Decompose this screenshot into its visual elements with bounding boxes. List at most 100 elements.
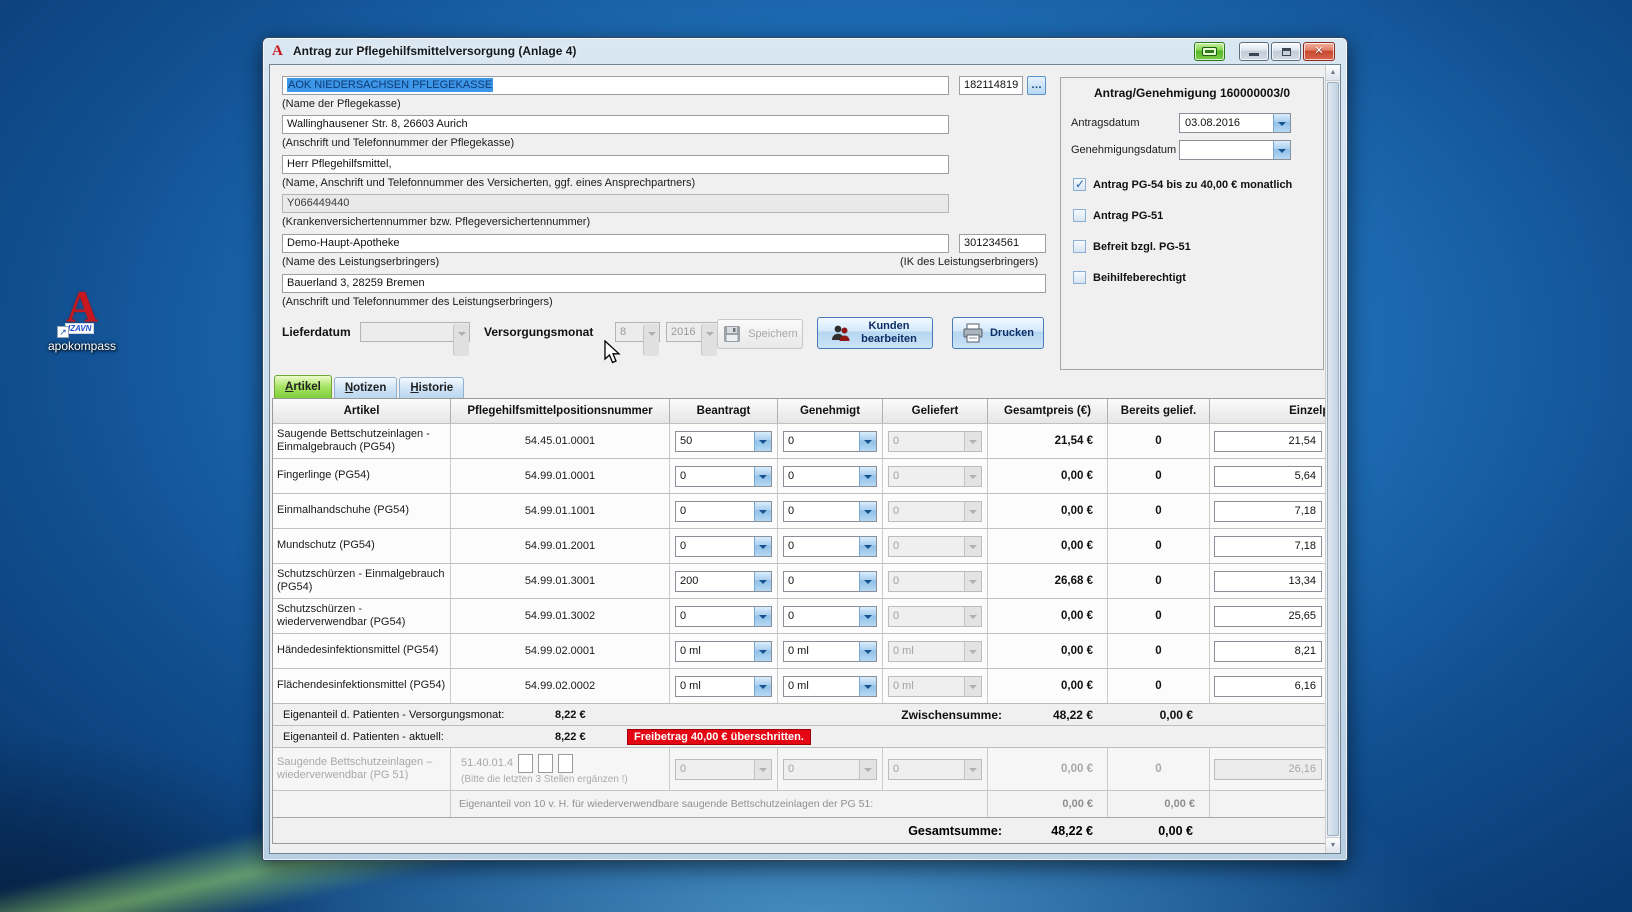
- beantragt-dropdown[interactable]: 0: [675, 536, 772, 557]
- leistungserbringer-field[interactable]: Demo-Haupt-Apotheke: [282, 234, 949, 253]
- antragsdatum-dropdown[interactable]: 03.08.2016: [1179, 113, 1291, 133]
- beantragt-dropdown[interactable]: 0: [675, 466, 772, 487]
- pg51-position-prefix: 51.40.01.4: [461, 757, 513, 769]
- scroll-up-icon[interactable]: ▲: [1326, 65, 1340, 81]
- drucken-button[interactable]: Drucken: [952, 317, 1044, 349]
- beantragt-dropdown[interactable]: 0 ml: [675, 676, 772, 697]
- bereits-geliefert-value: 0: [1108, 459, 1210, 493]
- spinner-icon: [643, 324, 659, 356]
- app-window: A Antrag zur Pflegehilfsmittelversorgung…: [262, 37, 1348, 861]
- gesamtpreis-value: 26,68 €: [988, 564, 1108, 598]
- chevron-down-icon[interactable]: [859, 677, 876, 696]
- scrollbar-thumb[interactable]: [1327, 82, 1339, 836]
- article-row: Einmalhandschuhe (PG54)54.99.01.10010000…: [273, 493, 1329, 528]
- tab-notizen[interactable]: Notizen: [334, 377, 398, 399]
- kunden-bearbeiten-button[interactable]: Kunden bearbeiten: [817, 317, 933, 349]
- checkbox-befreit-bzgl-pg-51[interactable]: Befreit bzgl. PG-51: [1073, 240, 1191, 253]
- article-name: Fingerlinge (PG54): [273, 459, 451, 493]
- chevron-down-icon[interactable]: [754, 642, 771, 661]
- beantragt-dropdown[interactable]: 50: [675, 431, 772, 452]
- genehmigt-dropdown[interactable]: 0: [783, 606, 877, 627]
- leistungserbringer-anschrift-field[interactable]: Bauerland 3, 28259 Bremen: [282, 274, 1046, 293]
- genehmigt-dropdown[interactable]: 0: [783, 466, 877, 487]
- close-button[interactable]: ✕: [1303, 42, 1335, 61]
- chevron-down-icon[interactable]: [754, 467, 771, 486]
- chevron-down-icon[interactable]: [754, 502, 771, 521]
- pg51-article-name: Saugende Bettschutzeinlagen – wiederverw…: [273, 748, 451, 790]
- special-green-button[interactable]: [1194, 42, 1225, 61]
- titlebar[interactable]: A Antrag zur Pflegehilfsmittelversorgung…: [263, 38, 1347, 64]
- geliefert-spinner: 0: [888, 431, 982, 452]
- chevron-down-icon[interactable]: [859, 642, 876, 661]
- pg51-geliefert-spinner: 0: [888, 759, 982, 780]
- chevron-down-icon[interactable]: [859, 502, 876, 521]
- beantragt-dropdown[interactable]: 0: [675, 501, 772, 522]
- einzelpreis-input[interactable]: 6,16: [1214, 676, 1322, 697]
- close-icon: ✕: [1314, 46, 1323, 57]
- einzelpreis-input[interactable]: 13,34: [1214, 571, 1322, 592]
- chevron-down-icon[interactable]: [1273, 114, 1290, 132]
- position-number: 54.99.01.2001: [451, 529, 670, 563]
- chevron-down-icon[interactable]: [859, 467, 876, 486]
- checkbox-icon[interactable]: [1073, 271, 1086, 284]
- chevron-down-icon[interactable]: [859, 607, 876, 626]
- genehmigungsdatum-dropdown[interactable]: [1179, 140, 1291, 160]
- einzelpreis-input[interactable]: 8,21: [1214, 641, 1322, 662]
- spinner-icon: [964, 607, 981, 626]
- gesamtsumme-row: Gesamtsumme: 48,22 € 0,00 €: [273, 817, 1328, 843]
- position-number: 54.99.01.0001: [451, 459, 670, 493]
- pg51-hint: (Bitte die letzten 3 Stellen ergänzen !): [461, 774, 628, 785]
- chevron-down-icon[interactable]: [754, 607, 771, 626]
- genehmigt-dropdown[interactable]: 0: [783, 571, 877, 592]
- table-header-row: ArtikelPflegehilfsmittelpositionsnummerB…: [273, 399, 1329, 423]
- maximize-button[interactable]: [1271, 42, 1301, 61]
- genehmigt-dropdown[interactable]: 0: [783, 501, 877, 522]
- chevron-down-icon[interactable]: [859, 432, 876, 451]
- vertical-scrollbar[interactable]: ▲ ▼: [1325, 65, 1340, 853]
- geliefert-spinner: 0: [888, 536, 982, 557]
- versicherter-field[interactable]: Herr Pflegehilfsmittel,: [282, 155, 949, 174]
- checkbox-beihilfeberechtigt[interactable]: Beihilfeberechtigt: [1073, 271, 1186, 284]
- artikel-table: ArtikelPflegehilfsmittelpositionsnummerB…: [272, 398, 1329, 844]
- leistungserbringer-ik-field[interactable]: 301234561: [959, 234, 1046, 253]
- genehmigt-dropdown[interactable]: 0: [783, 431, 877, 452]
- pflegekasse-lookup-button[interactable]: …: [1027, 76, 1046, 95]
- beantragt-dropdown[interactable]: 200: [675, 571, 772, 592]
- chevron-down-icon[interactable]: [754, 677, 771, 696]
- pflegekasse-anschrift-field[interactable]: Wallinghausener Str. 8, 26603 Aurich: [282, 115, 949, 134]
- speichern-button: Speichern: [717, 319, 803, 349]
- genehmigt-dropdown[interactable]: 0: [783, 536, 877, 557]
- chevron-down-icon[interactable]: [754, 572, 771, 591]
- tab-artikel[interactable]: Artikel: [274, 375, 332, 399]
- chevron-down-icon[interactable]: [859, 537, 876, 556]
- genehmigt-dropdown[interactable]: 0 ml: [783, 641, 877, 662]
- chevron-down-icon[interactable]: [1273, 141, 1290, 159]
- chevron-down-icon[interactable]: [754, 537, 771, 556]
- minimize-button[interactable]: [1239, 42, 1269, 61]
- tab-historie[interactable]: Historie: [399, 377, 464, 399]
- checkbox-icon[interactable]: [1073, 178, 1086, 191]
- pflegekasse-name-field[interactable]: AOK NIEDERSACHSEN PFLEGEKASSE: [282, 76, 949, 95]
- checkbox-antrag-pg-51[interactable]: Antrag PG-51: [1073, 209, 1163, 222]
- einzelpreis-input[interactable]: 5,64: [1214, 466, 1322, 487]
- spinner-icon: [964, 642, 981, 661]
- position-number: 54.99.01.1001: [451, 494, 670, 528]
- checkbox-icon[interactable]: [1073, 240, 1086, 253]
- summary-row-aktuell: Eigenanteil d. Patienten - aktuell: 8,22…: [273, 725, 1328, 747]
- field-label: (IK des Leistungserbringers): [900, 256, 1038, 268]
- chevron-down-icon[interactable]: [754, 432, 771, 451]
- chevron-down-icon[interactable]: [859, 572, 876, 591]
- einzelpreis-input[interactable]: 25,65: [1214, 606, 1322, 627]
- genehmigt-dropdown[interactable]: 0 ml: [783, 676, 877, 697]
- einzelpreis-input[interactable]: 21,54: [1214, 431, 1322, 452]
- einzelpreis-input[interactable]: 7,18: [1214, 536, 1322, 557]
- pflegekasse-ik-field[interactable]: 182114819: [959, 76, 1023, 95]
- checkbox-icon[interactable]: [1073, 209, 1086, 222]
- beantragt-dropdown[interactable]: 0: [675, 606, 772, 627]
- checkbox-antrag-pg-54-bis-zu-40-00-monatlich[interactable]: Antrag PG-54 bis zu 40,00 € monatlich: [1073, 178, 1292, 191]
- scroll-down-icon[interactable]: ▼: [1326, 837, 1340, 853]
- beantragt-dropdown[interactable]: 0 ml: [675, 641, 772, 662]
- desktop-icon-apokompass[interactable]: A IZAVN ↗ apokompass: [42, 284, 122, 353]
- einzelpreis-input[interactable]: 7,18: [1214, 501, 1322, 522]
- article-name: Händedesinfektionsmittel (PG54): [273, 634, 451, 668]
